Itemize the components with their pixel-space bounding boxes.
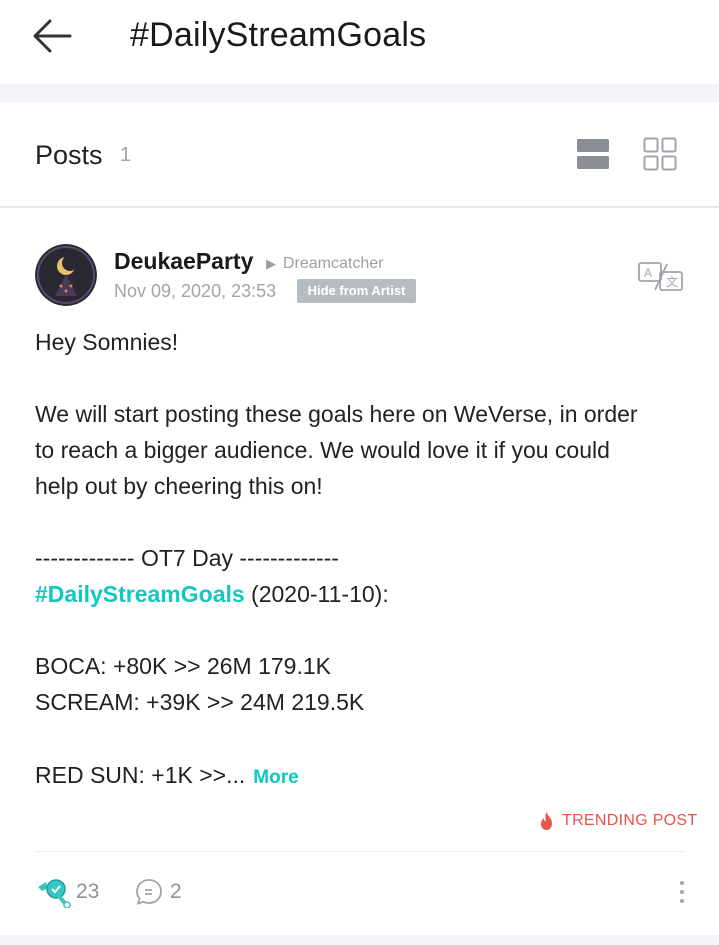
red-sun-text: RED SUN: +1K >>... [35,762,246,788]
page-title: #DailyStreamGoals [130,16,427,54]
hide-from-artist-button[interactable]: Hide from Artist [297,279,416,303]
post-line-3: help out by cheering this on! [35,473,323,499]
svg-text:A: A [644,266,652,280]
avatar-image [35,244,97,306]
list-view-button[interactable] [576,137,610,171]
posts-label: Posts [35,140,103,170]
author-name[interactable]: DeukaeParty [114,248,253,275]
post-line-greeting: Hey Somnies! [35,329,179,355]
grid-view-icon [643,137,677,171]
post-date: Nov 09, 2020, 23:53 [114,281,277,301]
post-line-hashtag: #DailyStreamGoals (2020-11-10): [35,576,389,612]
translate-button[interactable]: A 文 [638,262,684,292]
grid-view-button[interactable] [643,137,677,171]
cheer-like-button[interactable] [35,876,71,909]
posts-header: Posts 1 [0,102,719,208]
post-line-1: We will start posting these goals here o… [35,401,638,427]
back-arrow-icon [33,19,72,53]
cheer-like-icon [38,879,71,909]
post-line-red-sun: RED SUN: +1K >>... More [35,757,299,796]
post-line-scream: SCREAM: +39K >> 24M 219.5K [35,689,365,715]
avatar[interactable] [35,244,97,306]
hashtag-link[interactable]: #DailyStreamGoals [35,581,245,607]
svg-text:文: 文 [666,274,678,289]
bottom-bar [0,935,719,945]
list-view-icon [577,139,609,169]
section-gap [0,84,719,102]
hashtag-suffix: (2020-11-10): [244,581,389,607]
back-button[interactable] [30,16,78,56]
more-options-button[interactable] [674,878,690,906]
posts-count: 1 [120,144,132,166]
trending-badge: TRENDING POST [538,809,697,833]
comment-button[interactable] [135,878,163,906]
trending-label: TRENDING POST [562,812,698,829]
community-name[interactable]: Dreamcatcher [283,255,383,273]
more-link[interactable]: More [253,767,298,788]
top-bar: #DailyStreamGoals [0,0,719,84]
comment-count: 2 [170,880,182,903]
post-line-boca: BOCA: +80K >> 26M 179.1K [35,653,331,679]
post-line-2: to reach a bigger audience. We would lov… [35,437,610,463]
comment-icon [136,879,162,905]
chevron-right-icon: ▶ [266,256,276,271]
translate-icon: A 文 [638,262,683,291]
like-count: 23 [76,880,100,903]
divider [35,851,685,852]
more-vertical-icon [680,881,684,903]
flame-icon [541,812,552,830]
post-line-divider: ------------- OT7 Day ------------- [35,545,339,571]
